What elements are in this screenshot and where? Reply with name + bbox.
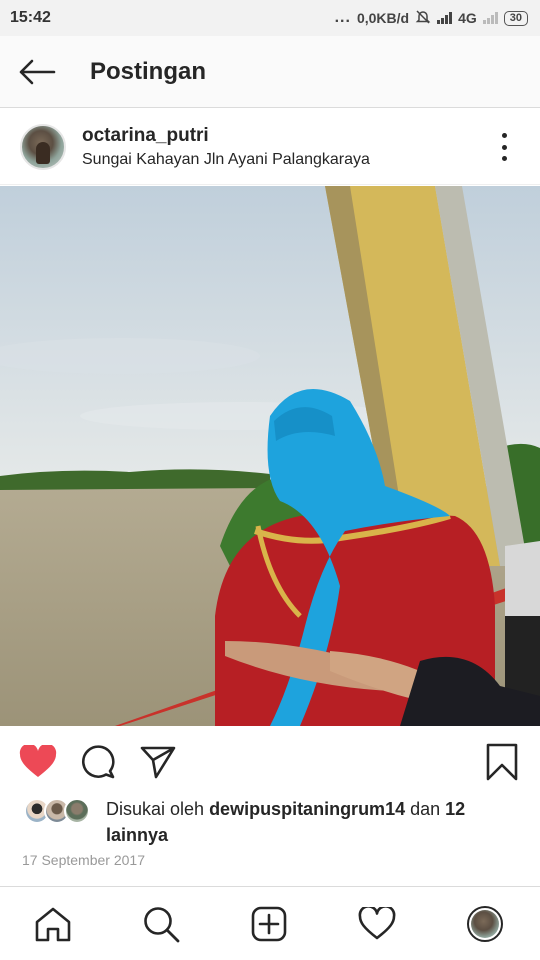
likes-prefix: Disukai oleh (106, 799, 210, 819)
likes-text: Disukai oleh dewipuspitaningrum14 dan 12… (106, 796, 526, 848)
status-indicators: ... 0,0KB/d 4G 30 (335, 9, 528, 28)
author-username[interactable]: octarina_putri (82, 125, 370, 147)
send-icon (140, 746, 176, 779)
comment-icon (81, 745, 115, 779)
more-dot (501, 156, 507, 161)
author-avatar[interactable] (20, 123, 66, 170)
network-speed: 0,0KB/d (356, 10, 410, 26)
arrow-left-icon (19, 59, 56, 84)
nav-search-button[interactable] (138, 901, 184, 947)
post-header: octarina_putri Sungai Kahayan Jln Ayani … (0, 109, 540, 185)
page-title: Postingan (90, 57, 207, 85)
more-dot (501, 144, 507, 150)
signal-secondary-icon (482, 12, 498, 24)
post-photo[interactable] (0, 186, 540, 726)
more-vertical-icon (501, 133, 507, 138)
likes-summary[interactable]: Disukai oleh dewipuspitaningrum14 dan 12… (0, 792, 540, 848)
likes-connector: dan (405, 799, 446, 819)
nav-activity-button[interactable] (354, 901, 400, 947)
post-date: 17 September 2017 (22, 852, 145, 868)
post-photo-illustration (0, 186, 540, 726)
network-type: 4G (458, 10, 477, 26)
like-button[interactable] (18, 742, 58, 782)
post-location[interactable]: Sungai Kahayan Jln Ayani Palangkaraya (82, 151, 370, 169)
heart-filled-icon (19, 745, 57, 777)
signal-icon (437, 12, 453, 24)
status-bar: 15:42 ... 0,0KB/d 4G 30 (0, 0, 540, 36)
add-post-icon (251, 906, 287, 942)
liker-avatars (24, 798, 94, 826)
profile-avatar-icon (467, 906, 503, 942)
app-header: Postingan (0, 36, 540, 108)
share-button[interactable] (138, 742, 178, 782)
battery-icon: 30 (503, 10, 528, 26)
nav-home-button[interactable] (30, 901, 76, 947)
home-icon (35, 907, 71, 942)
notification-dots: ... (334, 9, 351, 26)
search-icon (144, 907, 180, 943)
status-time: 15:42 (10, 9, 51, 26)
mute-icon (415, 9, 431, 28)
more-options-button[interactable] (494, 133, 514, 161)
nav-profile-button[interactable] (462, 901, 508, 947)
post-author-info: octarina_putri Sungai Kahayan Jln Ayani … (82, 125, 370, 169)
post-actions (0, 736, 540, 786)
profile-avatar-image (471, 910, 499, 938)
heart-icon (358, 907, 396, 940)
back-button[interactable] (2, 36, 72, 108)
save-button[interactable] (482, 742, 522, 782)
bottom-navigation (0, 886, 540, 960)
nav-add-button[interactable] (246, 901, 292, 947)
liker-avatar (64, 798, 90, 824)
bookmark-icon (486, 743, 518, 781)
comment-button[interactable] (78, 742, 118, 782)
liker-username[interactable]: dewipuspitaningrum14 (209, 799, 405, 819)
